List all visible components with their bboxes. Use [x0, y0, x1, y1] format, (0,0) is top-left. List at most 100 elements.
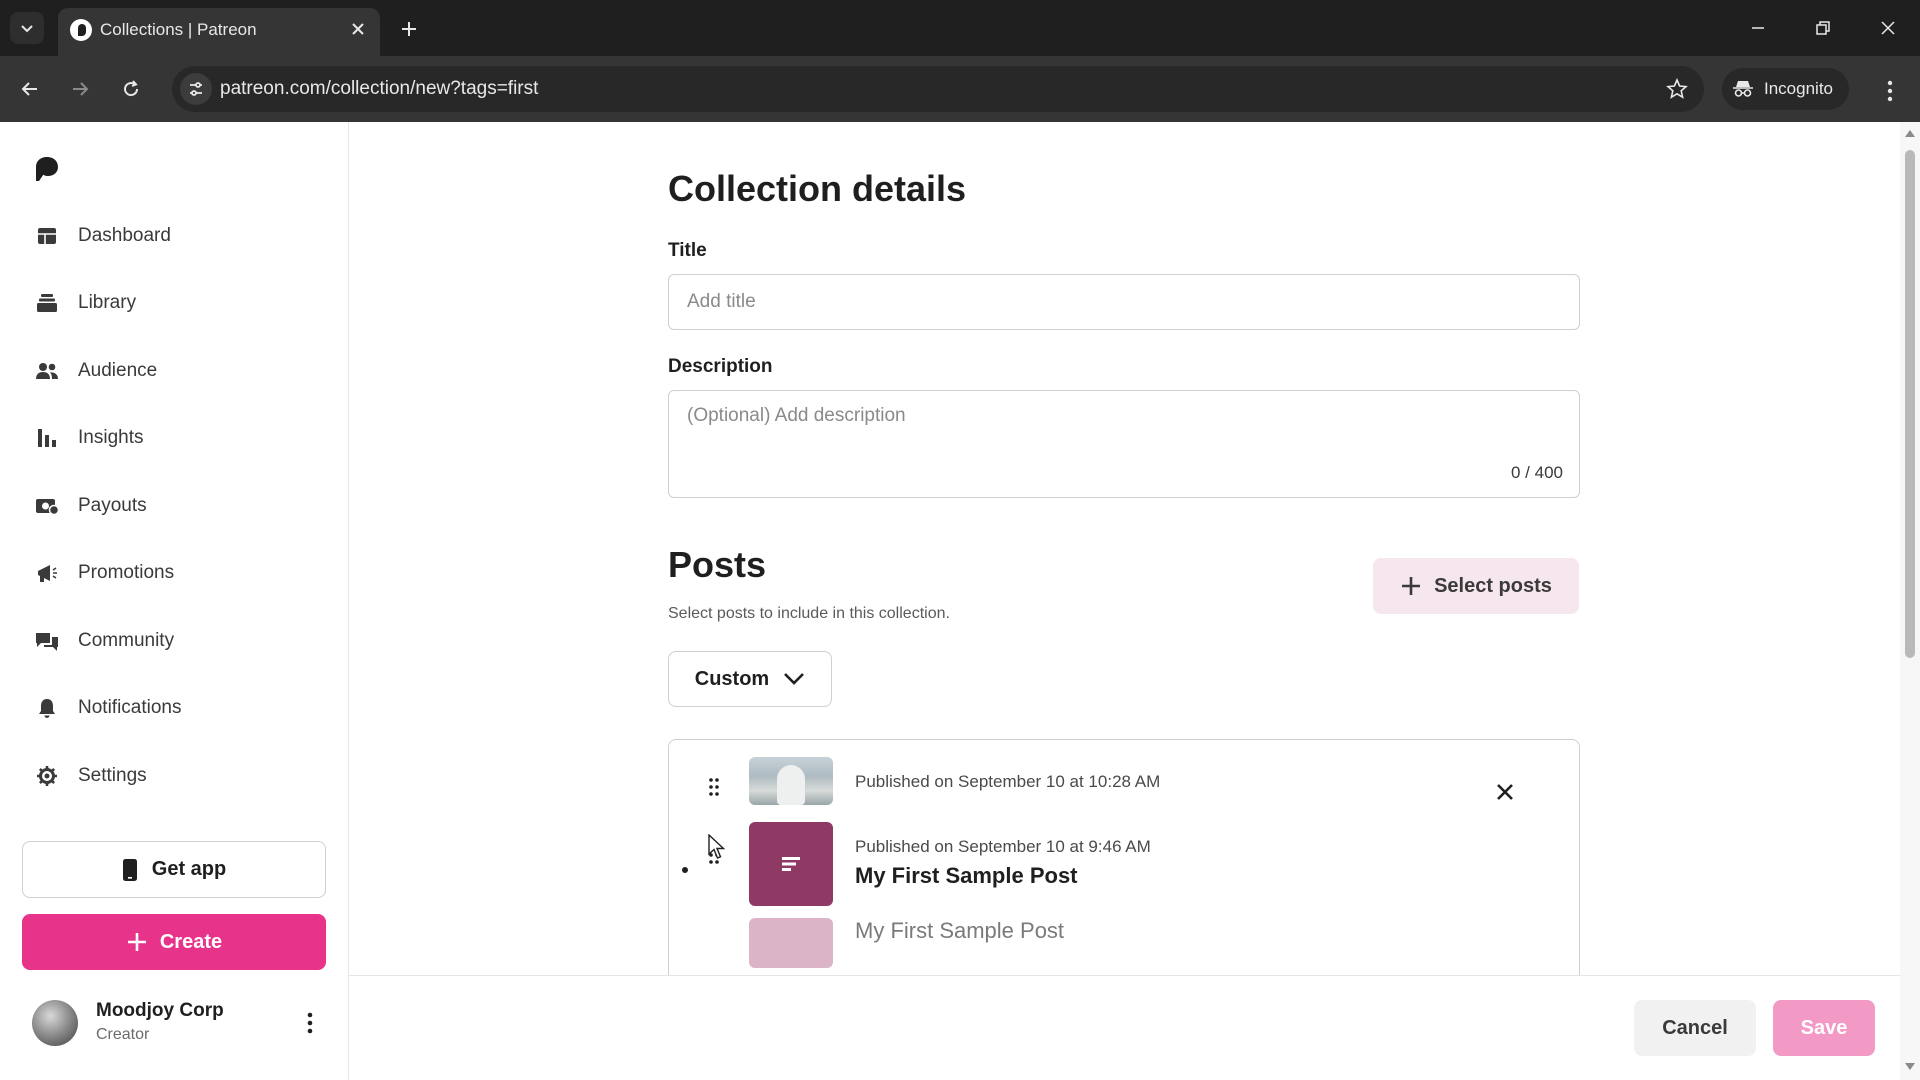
close-icon [352, 23, 364, 35]
library-icon [34, 290, 60, 316]
plus-icon [127, 933, 146, 951]
select-posts-label: Select posts [1434, 574, 1552, 597]
sidebar-item-label: Promotions [78, 562, 175, 584]
post-date: Published on September 10 at 10:28 AM [855, 772, 1161, 791]
incognito-label: Incognito [1764, 79, 1833, 98]
post-title: My First Sample Post [855, 863, 1078, 888]
sidebar: Dashboard Library Audience Insights Payo… [0, 122, 349, 1080]
sidebar-item-library[interactable]: Library [0, 270, 349, 338]
payouts-icon [34, 493, 60, 519]
sidebar-item-label: Settings [78, 764, 147, 786]
promotions-icon [34, 560, 60, 586]
avatar [32, 1000, 78, 1046]
gear-icon [34, 763, 60, 789]
sidebar-item-label: Audience [78, 359, 158, 381]
sidebar-item-label: Library [78, 292, 137, 314]
address-bar[interactable]: patreon.com/collection/new?tags=first [172, 66, 1704, 112]
page-title: Collection details [668, 168, 967, 209]
scroll-down-icon[interactable] [1905, 1063, 1915, 1070]
chevron-down-icon [21, 25, 33, 33]
url-text: patreon.com/collection/new?tags=first [220, 78, 539, 99]
user-profile[interactable]: Moodjoy Corp Creator [32, 994, 322, 1054]
character-count: 0 / 400 [1511, 463, 1563, 482]
insights-icon [34, 425, 60, 451]
sidebar-item-label: Notifications [78, 697, 182, 719]
restore-button[interactable] [1801, 12, 1845, 44]
title-label: Title [668, 240, 707, 261]
sort-value: Custom [694, 667, 770, 690]
sidebar-item-label: Community [78, 629, 175, 651]
plus-icon [1402, 577, 1421, 595]
create-button[interactable]: Create [22, 914, 326, 970]
sidebar-item-community[interactable]: Community [0, 607, 349, 675]
incognito-badge[interactable]: Incognito [1722, 68, 1849, 110]
cancel-label: Cancel [1662, 1016, 1728, 1039]
sort-order-dropdown[interactable]: Custom [668, 651, 832, 707]
drag-handle-icon[interactable] [706, 776, 722, 798]
scrollbar-thumb[interactable] [1905, 150, 1915, 658]
minimize-button[interactable] [1736, 12, 1780, 44]
scroll-up-icon[interactable] [1905, 130, 1915, 137]
browser-toolbar: patreon.com/collection/new?tags=first In… [0, 56, 1920, 122]
tab-search-button[interactable] [10, 12, 44, 44]
posts-heading: Posts [668, 544, 767, 585]
post-thumbnail [749, 757, 833, 805]
remove-post-button[interactable] [1491, 778, 1519, 806]
reload-icon [124, 80, 139, 97]
plus-icon [402, 22, 416, 36]
drag-indicator-dot [682, 867, 688, 873]
title-input[interactable] [668, 274, 1580, 330]
patreon-logo-icon[interactable] [34, 156, 60, 182]
new-tab-button[interactable] [394, 14, 424, 44]
post-date: Published on September 10 at 9:46 AM [855, 837, 1151, 856]
tab-close-button[interactable] [346, 17, 370, 41]
sidebar-item-label: Dashboard [78, 224, 171, 246]
phone-icon [122, 858, 137, 881]
text-post-icon [782, 857, 800, 871]
user-menu-button[interactable] [298, 1008, 322, 1038]
sidebar-item-payouts[interactable]: Payouts [0, 472, 349, 540]
user-role: Creator [96, 1026, 150, 1043]
sidebar-item-audience[interactable]: Audience [0, 337, 349, 405]
close-icon [1497, 784, 1513, 800]
description-textarea[interactable] [668, 390, 1580, 498]
page-scrollbar[interactable] [1900, 122, 1920, 1080]
form-footer: Cancel Save [349, 975, 1909, 1080]
get-app-label: Get app [151, 858, 227, 880]
browser-tab-active[interactable]: Collections | Patreon [58, 8, 380, 56]
sidebar-item-promotions[interactable]: Promotions [0, 540, 349, 608]
drag-handle-icon[interactable] [706, 844, 722, 866]
incognito-icon [1733, 81, 1753, 97]
select-posts-button[interactable]: Select posts [1373, 558, 1579, 614]
get-app-button[interactable]: Get app [22, 841, 326, 898]
minimize-icon [1752, 27, 1764, 29]
cancel-button[interactable]: Cancel [1634, 1000, 1756, 1056]
back-button[interactable] [13, 72, 47, 106]
more-vertical-icon [1887, 80, 1893, 102]
sidebar-nav: Dashboard Library Audience Insights Payo… [0, 202, 349, 810]
bookmark-star-icon[interactable] [1664, 76, 1690, 102]
close-window-button[interactable] [1866, 12, 1910, 44]
sidebar-item-settings[interactable]: Settings [0, 742, 349, 810]
more-vertical-icon [307, 1012, 313, 1034]
save-button[interactable]: Save [1773, 1000, 1875, 1056]
sidebar-item-insights[interactable]: Insights [0, 405, 349, 473]
arrow-right-icon [73, 82, 89, 96]
site-settings-icon[interactable] [180, 73, 212, 105]
reload-button[interactable] [114, 72, 148, 106]
posts-subtitle: Select posts to include in this collecti… [668, 605, 950, 622]
main-content: Collection details Title Description 0 /… [349, 122, 1909, 1080]
bell-icon [34, 695, 60, 721]
patreon-favicon-icon [70, 19, 92, 41]
browser-menu-button[interactable] [1876, 74, 1904, 108]
restore-icon [1816, 21, 1830, 35]
close-icon [1881, 21, 1895, 35]
forward-button[interactable] [63, 72, 97, 106]
post-title: My First Sample Post [855, 918, 1065, 943]
save-label: Save [1800, 1016, 1848, 1039]
sidebar-item-dashboard[interactable]: Dashboard [0, 202, 349, 270]
sidebar-item-label: Payouts [78, 494, 147, 516]
audience-icon [34, 358, 60, 384]
sidebar-item-notifications[interactable]: Notifications [0, 675, 349, 743]
post-thumbnail [749, 822, 833, 906]
